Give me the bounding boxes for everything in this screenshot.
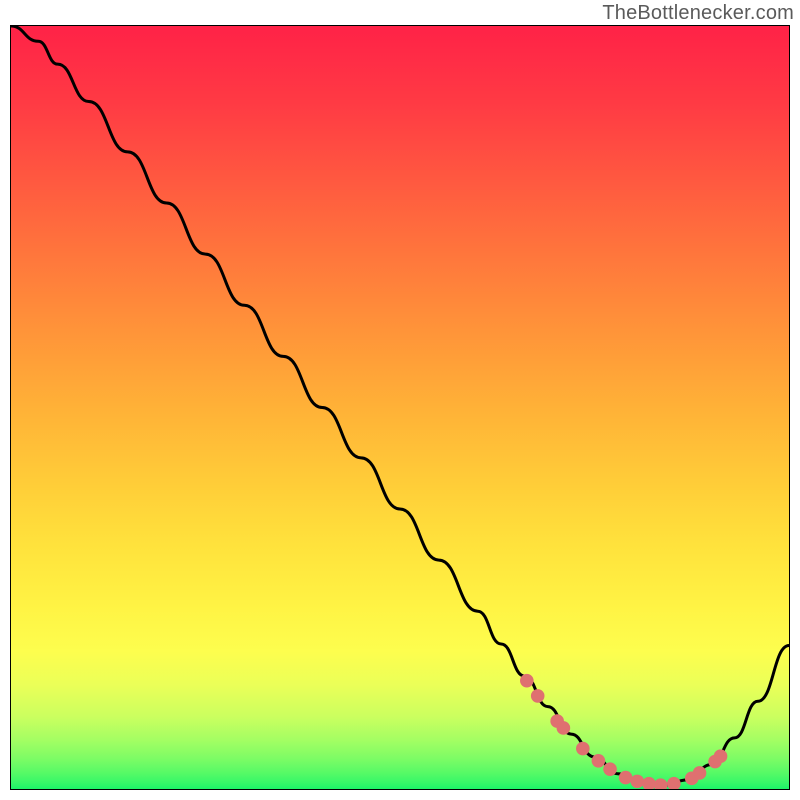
chart-container: TheBottlenecker.com — [0, 0, 800, 800]
gradient-background — [11, 26, 789, 789]
plot-svg — [11, 26, 789, 789]
optimum-marker — [630, 775, 644, 789]
optimum-marker — [714, 749, 728, 763]
plot-frame — [10, 25, 790, 790]
optimum-marker — [619, 771, 633, 785]
optimum-marker — [557, 721, 571, 735]
optimum-marker — [592, 754, 606, 768]
optimum-marker — [603, 762, 617, 776]
optimum-marker — [576, 742, 590, 756]
optimum-marker — [520, 674, 534, 688]
optimum-marker — [693, 766, 707, 780]
watermark-text: TheBottlenecker.com — [602, 2, 794, 25]
optimum-marker — [531, 689, 545, 703]
